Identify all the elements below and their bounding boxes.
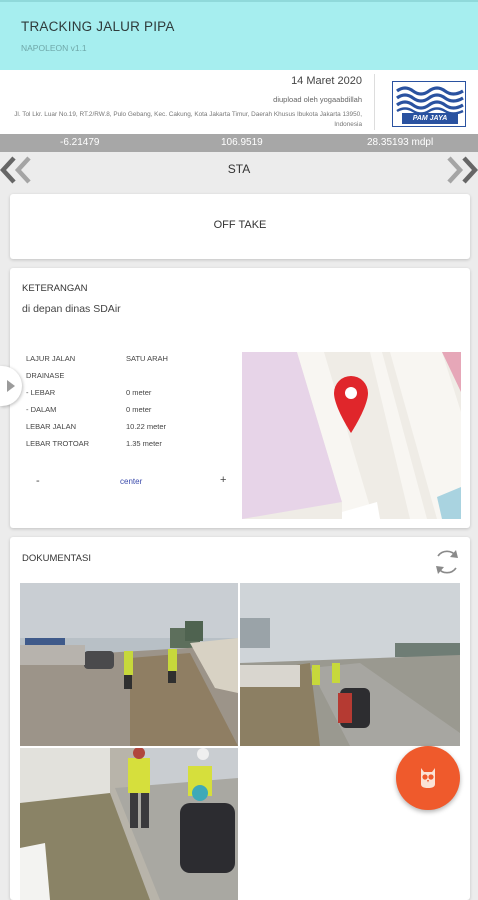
info-row: LAJUR JALAN SATU ARAH xyxy=(26,354,226,371)
info-value: 0 meter xyxy=(126,388,152,397)
keterangan-label: KETERANGAN xyxy=(22,283,88,294)
app-title: TRACKING JALUR PIPA xyxy=(21,19,175,34)
info-value: 10.22 meter xyxy=(126,422,167,431)
longitude: 106.9519 xyxy=(221,137,263,148)
documentation-photo[interactable] xyxy=(20,583,238,746)
info-row: LEBAR JALAN 10.22 meter xyxy=(26,422,226,439)
zoom-in-button[interactable]: + xyxy=(220,474,226,486)
info-value: SATU ARAH xyxy=(126,354,168,363)
info-value: 0 meter xyxy=(126,405,152,414)
keterangan-value: di depan dinas SDAir xyxy=(22,303,121,315)
info-key: LEBAR JALAN xyxy=(26,422,77,431)
info-row: - DALAM 0 meter xyxy=(26,405,226,422)
info-key: LAJUR JALAN xyxy=(26,354,76,363)
info-row: DRAINASE xyxy=(26,371,226,388)
info-key: LEBAR TROTOAR xyxy=(26,439,90,448)
info-key: - LEBAR xyxy=(26,388,56,397)
info-row: LEBAR TROTOAR 1.35 meter xyxy=(26,439,226,456)
wave-logo-icon xyxy=(396,86,464,114)
documentation-photo[interactable] xyxy=(20,748,238,900)
uploader-text: diupload oleh yogaabdillah xyxy=(273,95,362,104)
info-value: 1.35 meter xyxy=(126,439,162,448)
zoom-out-button[interactable]: - xyxy=(36,475,40,487)
app-version: NAPOLEON v1.1 xyxy=(21,43,87,53)
play-arrow-icon xyxy=(7,380,15,392)
chevron-right-icon[interactable] xyxy=(444,155,478,185)
latitude: -6.21479 xyxy=(60,137,100,148)
sta-navigation: STA xyxy=(0,152,478,188)
center-map-button[interactable]: center xyxy=(120,477,142,486)
documentation-photo[interactable] xyxy=(240,583,460,746)
sta-label: STA xyxy=(227,162,251,176)
info-key: - DALAM xyxy=(26,405,57,414)
owl-action-button[interactable] xyxy=(396,746,460,810)
offtake-label: OFF TAKE xyxy=(213,219,267,231)
coordinates-bar: -6.21479 106.9519 28.35193 mdpl xyxy=(0,134,478,152)
dokumentasi-label: DOKUMENTASI xyxy=(22,553,91,564)
road-info-list: LAJUR JALAN SATU ARAH DRAINASE - LEBAR 0 m… xyxy=(26,354,226,456)
dokumentasi-card: DOKUMENTASI xyxy=(10,537,470,900)
keterangan-card: KETERANGAN di depan dinas SDAir LAJUR JA… xyxy=(10,268,470,528)
app-bar: TRACKING JALUR PIPA NAPOLEON v1.1 xyxy=(0,0,478,70)
info-key: DRAINASE xyxy=(26,371,65,380)
report-date: 14 Maret 2020 xyxy=(291,75,362,87)
address-text: Jl. Tol Lkr. Luar No.19, RT.2/RW.8, Pulo… xyxy=(14,111,362,128)
owl-icon xyxy=(421,768,435,788)
report-header: 14 Maret 2020 diupload oleh yogaabdillah… xyxy=(0,70,478,134)
logo-text: PAM JAYA xyxy=(402,113,458,124)
offtake-card: OFF TAKE xyxy=(10,194,470,259)
altitude: 28.35193 mdpl xyxy=(367,137,434,148)
header-divider xyxy=(374,74,375,130)
info-row: - LEBAR 0 meter xyxy=(26,388,226,405)
pam-jaya-logo: PAM JAYA xyxy=(392,81,466,127)
refresh-icon[interactable] xyxy=(430,545,464,579)
location-map[interactable] xyxy=(242,352,461,519)
